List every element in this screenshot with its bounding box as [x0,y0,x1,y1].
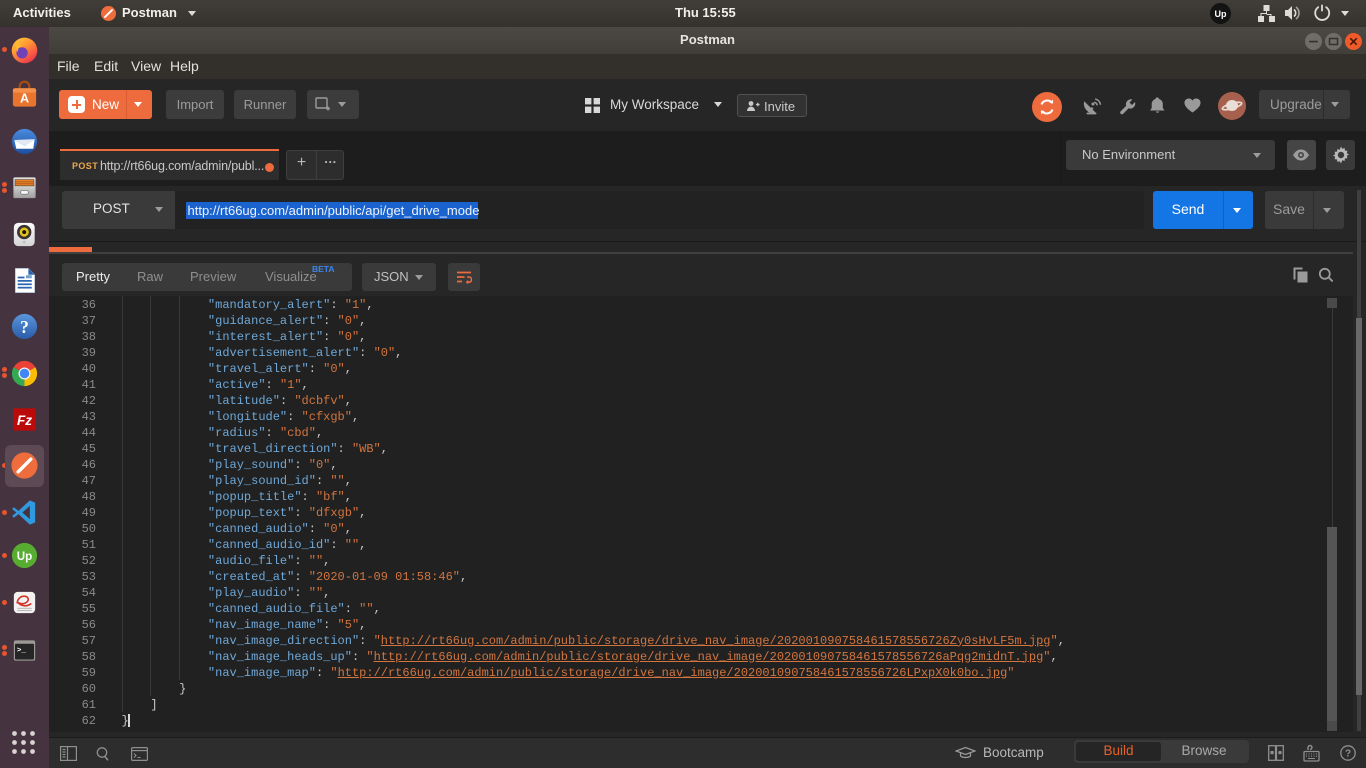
svg-text:>_: >_ [17,647,27,655]
svg-text:Up: Up [1215,9,1227,19]
svg-text:?: ? [1345,749,1351,760]
svg-text:?: ? [20,317,29,337]
svg-text:Fz: Fz [17,413,32,428]
svg-text:A: A [20,91,29,105]
svg-text:Up: Up [17,550,32,563]
